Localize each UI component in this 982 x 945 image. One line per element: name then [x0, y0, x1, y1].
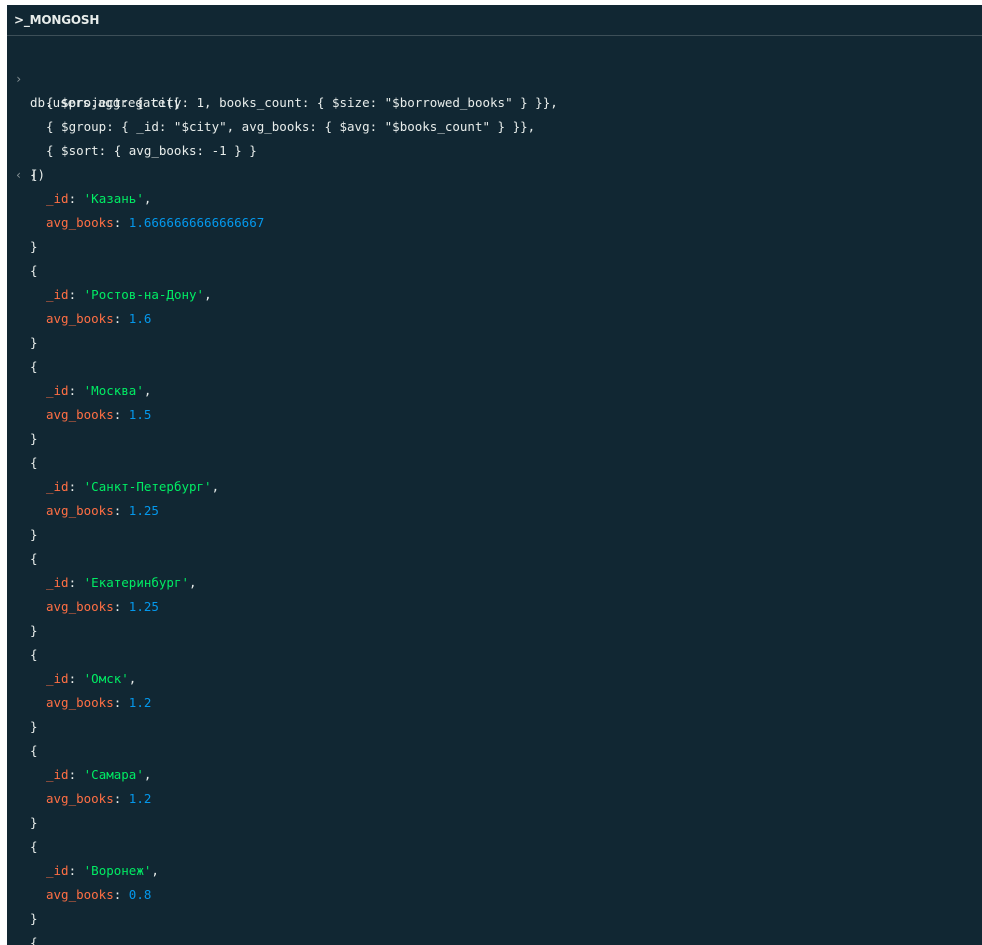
- comma: ,: [128, 671, 137, 686]
- colon: :: [68, 671, 84, 686]
- colon: :: [68, 575, 84, 590]
- field-key: avg_books: [46, 311, 114, 326]
- close-brace: }: [30, 911, 38, 926]
- field-value-string: 'Санкт-Петербург': [83, 479, 212, 494]
- colon: :: [68, 479, 84, 494]
- comma: ,: [204, 287, 212, 302]
- colon: :: [113, 599, 129, 614]
- field-value-string: 'Омск': [83, 671, 129, 686]
- open-brace: {: [30, 647, 38, 662]
- field-key: avg_books: [46, 215, 114, 230]
- field-key: avg_books: [46, 407, 114, 422]
- comma: ,: [143, 383, 152, 398]
- colon: :: [113, 887, 129, 902]
- command-line: › db.users.aggregate([: [7, 43, 181, 110]
- field-key: _id: [46, 863, 69, 878]
- command-line: { $sort: { avg_books: -1 } }: [7, 115, 257, 158]
- command-line: { $group: { _id: "$city", avg_books: { $…: [7, 91, 535, 134]
- comma: ,: [151, 863, 159, 878]
- open-brace: {: [30, 167, 38, 182]
- command-text: { $project: { city: 1, books_count: { $s…: [46, 95, 558, 110]
- colon: :: [113, 215, 129, 230]
- colon: :: [113, 311, 129, 326]
- field-value-number: 1.5: [128, 407, 152, 422]
- close-brace: }: [30, 719, 38, 734]
- colon: :: [68, 191, 84, 206]
- shell-title: >_MONGOSH: [7, 5, 982, 36]
- command-text: { $sort: { avg_books: -1 } }: [46, 143, 257, 158]
- colon: :: [68, 863, 84, 878]
- field-key: avg_books: [46, 503, 114, 518]
- field-key: avg_books: [46, 791, 114, 806]
- colon: :: [68, 287, 84, 302]
- command-line: { $project: { city: 1, books_count: { $s…: [7, 67, 558, 110]
- colon: :: [68, 767, 84, 782]
- close-brace: }: [30, 431, 38, 446]
- field-key: _id: [46, 383, 69, 398]
- field-value-number: 1.2: [128, 695, 152, 710]
- open-brace: {: [30, 839, 38, 854]
- field-key: avg_books: [46, 695, 114, 710]
- colon: :: [113, 791, 129, 806]
- open-brace: {: [30, 551, 38, 566]
- field-value-string: 'Москва': [83, 383, 144, 398]
- field-key: _id: [46, 575, 69, 590]
- colon: :: [113, 695, 129, 710]
- field-value-number: 1.25: [128, 599, 159, 614]
- close-brace: }: [30, 815, 38, 830]
- field-key: _id: [46, 767, 69, 782]
- close-brace: }: [30, 623, 38, 638]
- mongosh-window: >_MONGOSH › db.users.aggregate([ { $proj…: [7, 5, 982, 945]
- field-key: avg_books: [46, 887, 114, 902]
- colon: :: [113, 407, 129, 422]
- close-brace: }: [30, 239, 38, 254]
- result-icon: ‹: [15, 168, 23, 182]
- field-value-number: 1.25: [128, 503, 159, 518]
- command-text: { $group: { _id: "$city", avg_books: { $…: [46, 119, 536, 134]
- field-value-string: 'Самара': [83, 767, 144, 782]
- open-brace: {: [30, 743, 38, 758]
- field-key: _id: [46, 479, 69, 494]
- comma: ,: [211, 479, 220, 494]
- comma: ,: [189, 575, 197, 590]
- field-key: _id: [46, 191, 69, 206]
- command-line: ]): [7, 139, 52, 182]
- field-value-string: 'Ростов-на-Дону': [83, 287, 205, 302]
- open-brace: {: [30, 263, 38, 278]
- colon: :: [68, 383, 84, 398]
- field-value-string: 'Воронеж': [83, 863, 152, 878]
- open-brace: {: [30, 935, 38, 945]
- colon: :: [113, 503, 129, 518]
- field-key: _id: [46, 287, 69, 302]
- field-value-number: 0.8: [128, 887, 152, 902]
- close-brace: }: [30, 335, 38, 350]
- close-brace: }: [30, 527, 38, 542]
- open-brace: {: [30, 455, 38, 470]
- field-value-number: 1.6666666666666667: [128, 215, 265, 230]
- field-key: _id: [46, 671, 69, 686]
- field-key: avg_books: [46, 599, 114, 614]
- field-value-number: 1.6: [128, 311, 152, 326]
- field-value-string: 'Екатеринбург': [83, 575, 189, 590]
- comma: ,: [143, 191, 152, 206]
- comma: ,: [143, 767, 152, 782]
- field-value-string: 'Казань': [83, 191, 144, 206]
- open-brace: {: [30, 359, 38, 374]
- field-value-number: 1.2: [128, 791, 152, 806]
